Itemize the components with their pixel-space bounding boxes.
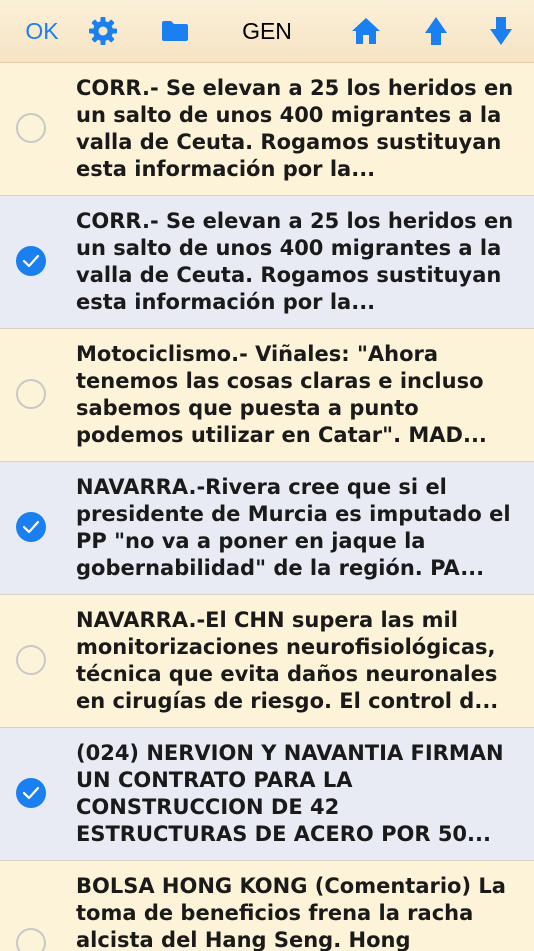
headline-text: Motociclismo.- Viñales: "Ahora tenemos l… <box>76 342 487 447</box>
list-item[interactable]: BOLSA HONG KONG (Comentario) La toma de … <box>0 861 534 951</box>
radio-unchecked-icon[interactable] <box>16 645 46 675</box>
list-item[interactable]: (024) NERVION Y NAVANTIA FIRMAN UN CONTR… <box>0 728 534 861</box>
radio-unchecked-icon[interactable] <box>16 113 46 143</box>
list-item[interactable]: CORR.- Se elevan a 25 los heridos en un … <box>0 63 534 196</box>
toolbar: OK GEN <box>0 0 534 63</box>
list-item[interactable]: NAVARRA.-Rivera cree que si el president… <box>0 462 534 595</box>
headline-text: BOLSA HONG KONG (Comentario) La toma de … <box>76 874 506 951</box>
list-item[interactable]: NAVARRA.-El CHN supera las mil monitoriz… <box>0 595 534 728</box>
ok-button[interactable]: OK <box>18 0 66 62</box>
checkmark-icon[interactable] <box>16 246 46 276</box>
headline-text: NAVARRA.-El CHN supera las mil monitoriz… <box>76 608 499 713</box>
arrow-up-icon[interactable] <box>416 0 456 62</box>
headline-text: NAVARRA.-Rivera cree que si el president… <box>76 475 511 580</box>
checkmark-icon[interactable] <box>16 512 46 542</box>
radio-unchecked-icon[interactable] <box>16 379 46 409</box>
headline-text: CORR.- Se elevan a 25 los heridos en un … <box>76 76 514 181</box>
news-list: CORR.- Se elevan a 25 los heridos en un … <box>0 63 534 951</box>
checkmark-icon[interactable] <box>16 778 46 808</box>
headline-text: CORR.- Se elevan a 25 los heridos en un … <box>76 209 514 314</box>
headline-text: (024) NERVION Y NAVANTIA FIRMAN UN CONTR… <box>76 741 504 846</box>
category-label[interactable]: GEN <box>230 0 304 62</box>
folder-icon[interactable] <box>155 0 195 62</box>
list-item[interactable]: Motociclismo.- Viñales: "Ahora tenemos l… <box>0 329 534 462</box>
gear-icon[interactable] <box>83 0 123 62</box>
radio-unchecked-icon[interactable] <box>16 928 46 951</box>
list-item[interactable]: CORR.- Se elevan a 25 los heridos en un … <box>0 196 534 329</box>
arrow-down-icon[interactable] <box>481 0 521 62</box>
home-icon[interactable] <box>346 0 386 62</box>
